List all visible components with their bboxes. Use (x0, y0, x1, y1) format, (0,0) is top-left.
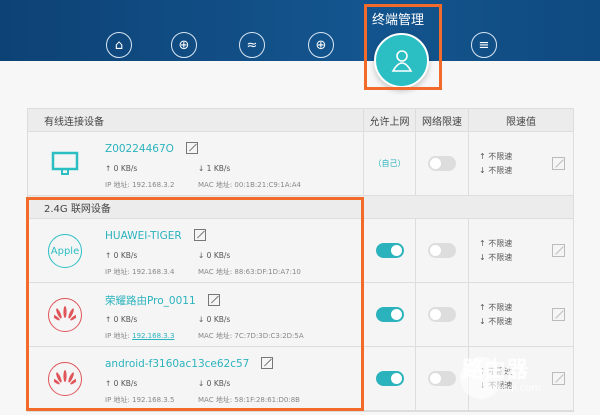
speed-limit-toggle[interactable] (428, 156, 456, 171)
globe-icon[interactable]: ⊕ (171, 32, 197, 58)
watermark-title: 路由器 (462, 358, 529, 383)
wifi-icon[interactable]: ≈ (239, 32, 265, 58)
highlight-box-nav (364, 4, 442, 90)
allow-internet-toggle[interactable] (375, 371, 404, 386)
download-speed: ↓ 1 KB/s (198, 164, 231, 173)
home-icon[interactable]: ⌂ (106, 32, 132, 58)
self-label: （自己） (373, 159, 406, 168)
menu-icon[interactable]: ≡ (471, 32, 497, 58)
limit-values: ↑ 不限速↓ 不限速 (479, 303, 513, 326)
limit-values: ↑ 不限速↓ 不限速 (479, 152, 513, 175)
limit-values: ↑ 不限速↓ 不限速 (479, 239, 513, 262)
highlight-box-24g (26, 197, 364, 411)
mac-address: MAC 地址: 00:1B:21:C9:1A:A4 (198, 181, 301, 189)
edit-limit-icon[interactable] (552, 372, 565, 385)
watermark-url: luyouqi.com (480, 383, 542, 394)
edit-limit-icon[interactable] (552, 157, 565, 170)
top-nav-bar: ⌂ ⊕ ≈ ⊕ ≡ 终端管理 (0, 0, 600, 61)
edit-limit-icon[interactable] (552, 244, 565, 257)
table-header: 有线连接设备 允许上网 网络限速 限速值 (28, 109, 573, 132)
col-limit-value: 限速值 (468, 109, 573, 131)
edit-icon[interactable] (185, 142, 198, 154)
col-limit: 网络限速 (415, 109, 468, 131)
ip-address: IP 地址: 192.168.3.2 (105, 181, 175, 189)
upload-speed: ↑ 0 KB/s (105, 164, 138, 173)
speed-limit-toggle[interactable] (428, 307, 456, 322)
allow-internet-toggle[interactable] (375, 243, 404, 258)
col-allow: 允许上网 (363, 109, 415, 131)
globe-speed-icon[interactable]: ⊕ (308, 32, 334, 58)
monitor-icon (48, 147, 82, 181)
table-row: Z00224467O ↑ 0 KB/s ↓ 1 KB/s IP 地址: 192.… (28, 132, 573, 196)
edit-limit-icon[interactable] (552, 308, 565, 321)
device-name[interactable]: Z00224467O (105, 142, 198, 155)
speed-limit-toggle[interactable] (428, 371, 456, 386)
allow-internet-toggle[interactable] (375, 307, 404, 322)
speed-limit-toggle[interactable] (428, 243, 456, 258)
col-device: 有线连接设备 (44, 116, 104, 128)
